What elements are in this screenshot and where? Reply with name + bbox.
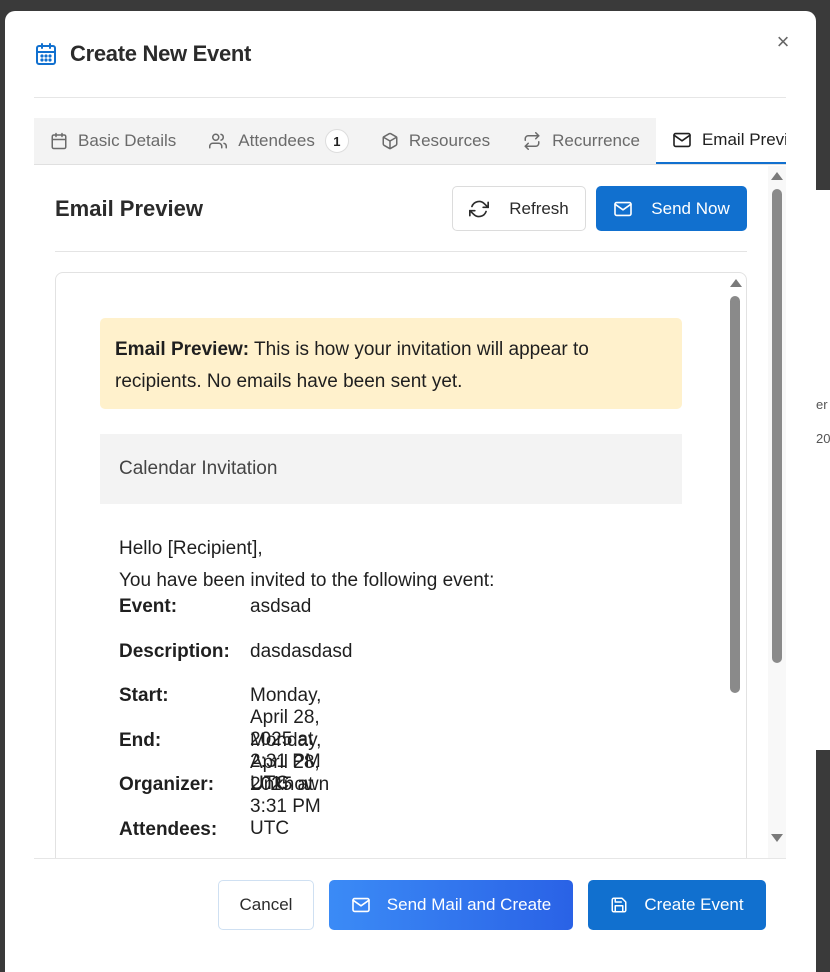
detail-label: End: [119,729,162,751]
dialog-header: Create New Event [34,11,786,98]
dialog-title: Create New Event [70,41,252,66]
scroll-down-arrow-icon[interactable] [771,834,783,842]
close-icon: × [776,29,790,54]
refresh-button[interactable]: Refresh [452,186,586,231]
refresh-label: Refresh [509,198,569,218]
box-icon [382,132,398,150]
detail-label: Start: [119,685,169,706]
preview-notice: Email Preview: This is how your invitati… [100,318,682,409]
scroll-up-arrow-icon[interactable] [730,279,742,287]
calendar-icon [34,42,58,66]
send-mail-and-create-button[interactable]: Send Mail and Create [329,880,573,930]
send-now-label: Send Now [651,198,730,218]
email-greeting: Hello [Recipient], You have been invited… [119,533,494,597]
users-icon [209,133,228,149]
email-preview-pane: Email Preview: This is how your invitati… [55,272,747,858]
close-button[interactable]: × [772,31,794,53]
email-preview-header: Email Preview Refresh Send Now [55,186,747,252]
background-text: er [816,397,828,412]
tab-recurrence[interactable]: Recurrence [506,118,656,164]
refresh-icon [469,200,490,217]
create-event-button[interactable]: Create Event [588,880,766,930]
mail-icon [673,132,691,148]
tab-content-email-preview: Email Preview Refresh Send Now Email Pre… [34,166,786,858]
detail-label: Event: [119,596,178,617]
detail-label: Attendees: [119,818,218,840]
detail-label: Description: [119,640,230,662]
repeat-icon [524,132,540,150]
attendee-count-badge: 1 [324,129,349,153]
tab-bar: Basic Details Attendees 1 Resources Recu… [34,118,786,165]
invitation-header: Calendar Invitation [100,434,682,504]
dialog-footer: Cancel Send Mail and Create Create Event [34,858,786,972]
mail-icon [614,201,633,216]
tab-label: Attendees [238,131,315,150]
detail-value: asdsad [250,596,312,617]
mail-icon [351,897,370,913]
tab-basic-details[interactable]: Basic Details [34,118,192,164]
tab-label: Recurrence [552,131,640,150]
tab-label: Basic Details [78,131,177,150]
tab-resources[interactable]: Resources [365,118,506,164]
tab-email-preview[interactable]: Email Previ [655,118,786,164]
tab-label: Resources [408,131,491,150]
notice-title: Email Preview: [115,339,250,360]
detail-label: Organizer: [119,774,215,795]
background-page-peek: er 20 [816,190,830,750]
scroll-up-arrow-icon[interactable] [771,172,783,180]
section-title: Email Preview [55,196,203,221]
cancel-button[interactable]: Cancel [218,880,314,930]
detail-value: dasdasdasd [250,640,353,662]
send-mail-and-create-label: Send Mail and Create [386,895,552,914]
create-event-dialog: Create New Event × Basic Details Attende… [5,11,816,972]
tab-label: Email Previ [701,130,786,149]
scrollbar-thumb[interactable] [730,296,740,693]
background-text: 20 [816,431,830,446]
create-event-label: Create Event [644,895,744,914]
send-now-button[interactable]: Send Now [596,186,747,231]
tab-attendees[interactable]: Attendees 1 [192,118,365,164]
calendar-icon [51,132,67,150]
content-scrollbar[interactable] [768,166,786,858]
save-icon [611,897,627,913]
preview-scrollbar[interactable] [728,273,744,858]
greeting-line: Hello [Recipient], [119,538,263,559]
scrollbar-thumb[interactable] [772,189,782,663]
greeting-line: You have been invited to the following e… [119,570,495,591]
detail-value: Unknown [250,774,330,795]
